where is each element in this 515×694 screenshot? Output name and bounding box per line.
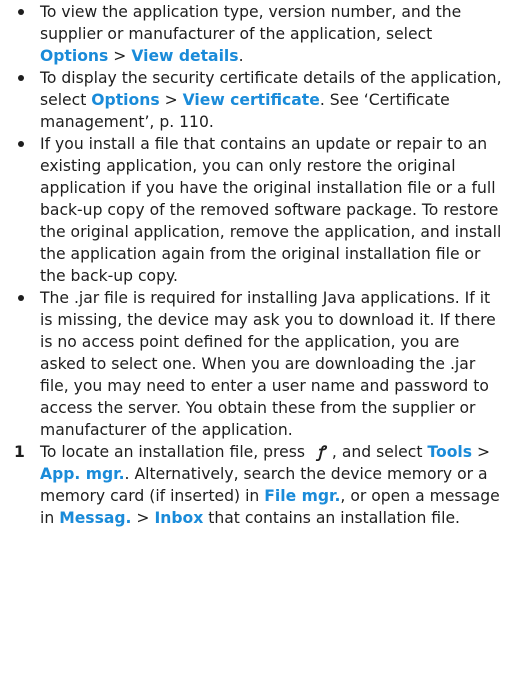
menu-path-term: Options	[91, 91, 160, 109]
bullet-text: The .jar file is required for installing…	[40, 289, 496, 439]
bullet-dot-icon	[18, 75, 24, 81]
bullet-marker	[14, 1, 34, 23]
menu-path-term: App. mgr.	[40, 465, 125, 483]
body-text: >	[108, 47, 132, 65]
menu-path-term: Tools	[427, 443, 473, 461]
body-text: .	[238, 47, 244, 65]
numbered-steps: 1 To locate an installation file, press ꝭ…	[14, 441, 503, 529]
step-item: 1 To locate an installation file, press ꝭ…	[14, 441, 503, 529]
bullet-text: To display the security certificate deta…	[40, 69, 502, 131]
body-text: >	[159, 91, 183, 109]
body-text: that contains an installation file.	[203, 509, 460, 527]
body-text: If you install a file that contains an u…	[40, 135, 502, 285]
manual-page: To view the application type, version nu…	[0, 0, 515, 529]
body-text: >	[472, 443, 491, 461]
body-text: , and select	[331, 443, 428, 461]
menu-path-term: Options	[40, 47, 109, 65]
menu-path-term: View details	[131, 47, 239, 65]
bullet-marker	[14, 67, 34, 89]
bullet-marker	[14, 287, 34, 309]
menu-path-term: File mgr.	[264, 487, 341, 505]
bullet-item: If you install a file that contains an u…	[14, 133, 503, 287]
step-number: 1	[14, 443, 25, 461]
body-text: >	[131, 509, 155, 527]
bullet-item: The .jar file is required for installing…	[14, 287, 503, 441]
step-text: To locate an installation file, press ꝭ,…	[40, 443, 500, 527]
bullet-marker	[14, 133, 34, 155]
menu-path-term: View certificate	[182, 91, 320, 109]
bullet-text: If you install a file that contains an u…	[40, 135, 501, 285]
bullet-dot-icon	[18, 141, 24, 147]
bullet-item: To view the application type, version nu…	[14, 1, 503, 67]
menu-path-term: Inbox	[154, 509, 204, 527]
bullet-dot-icon	[18, 9, 24, 15]
bullet-dot-icon	[18, 295, 24, 301]
body-text: To locate an installation file, press	[40, 443, 310, 461]
bullet-list: To view the application type, version nu…	[14, 1, 503, 441]
bullet-item: To display the security certificate deta…	[14, 67, 503, 133]
bullet-text: To view the application type, version nu…	[40, 3, 461, 65]
body-text: The .jar file is required for installing…	[40, 289, 496, 439]
body-text: To view the application type, version nu…	[40, 3, 462, 43]
menu-key-icon: ꝭ	[317, 443, 325, 461]
menu-path-term: Messag.	[59, 509, 132, 527]
